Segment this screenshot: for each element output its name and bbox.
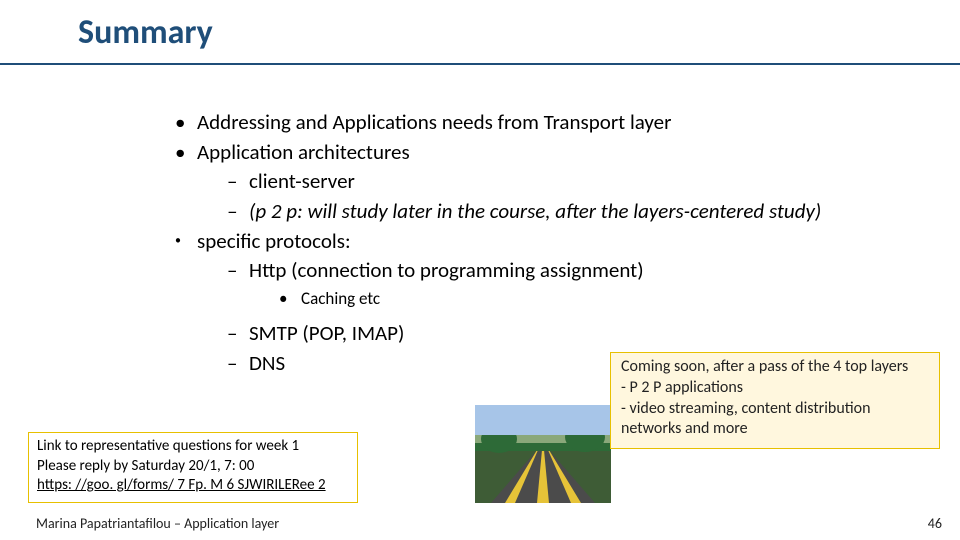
footer-author: Marina Papatriantafilou – Application la… [36, 515, 279, 532]
content-area: Addressing and Applications needs from T… [175, 108, 875, 380]
subbullet-http: Http (connection to programming assignme… [227, 256, 875, 311]
title-divider [0, 63, 960, 65]
bullet-addressing: Addressing and Applications needs from T… [175, 108, 875, 136]
bullet-protocols-label: specific protocols: [197, 228, 351, 254]
subbullet-http-label: Http (connection to programming assignme… [249, 257, 644, 283]
note-questions-link: Link to representative questions for wee… [28, 432, 358, 503]
note-coming-soon: Coming soon, after a pass of the 4 top l… [610, 352, 940, 449]
road-image [475, 405, 611, 503]
subsubbullet-caching: Caching etc [279, 288, 875, 311]
bullet-architectures: Application architectures client-server … [175, 138, 875, 225]
bullet-architectures-label: Application architectures [197, 139, 410, 165]
slide-title: Summary [78, 12, 213, 53]
subbullet-smtp: SMTP (POP, IMAP) [227, 319, 875, 347]
subbullet-p2p: (p 2 p: will study later in the course, … [227, 197, 875, 225]
note-right-line2: - P 2 P applications [621, 378, 929, 399]
note-right-line1: Coming soon, after a pass of the 4 top l… [621, 357, 929, 378]
note-left-link[interactable]: https: //goo. gl/forms/ 7 Fp. M 6 SJWIRI… [37, 476, 349, 496]
page-number: 46 [928, 515, 942, 532]
note-right-line3: - video streaming, content distribution … [621, 399, 929, 441]
note-left-line1: Link to representative questions for wee… [37, 437, 349, 457]
subbullet-client-server: client-server [227, 167, 875, 195]
note-left-line2: Please reply by Saturday 20/1, 7: 00 [37, 457, 349, 477]
